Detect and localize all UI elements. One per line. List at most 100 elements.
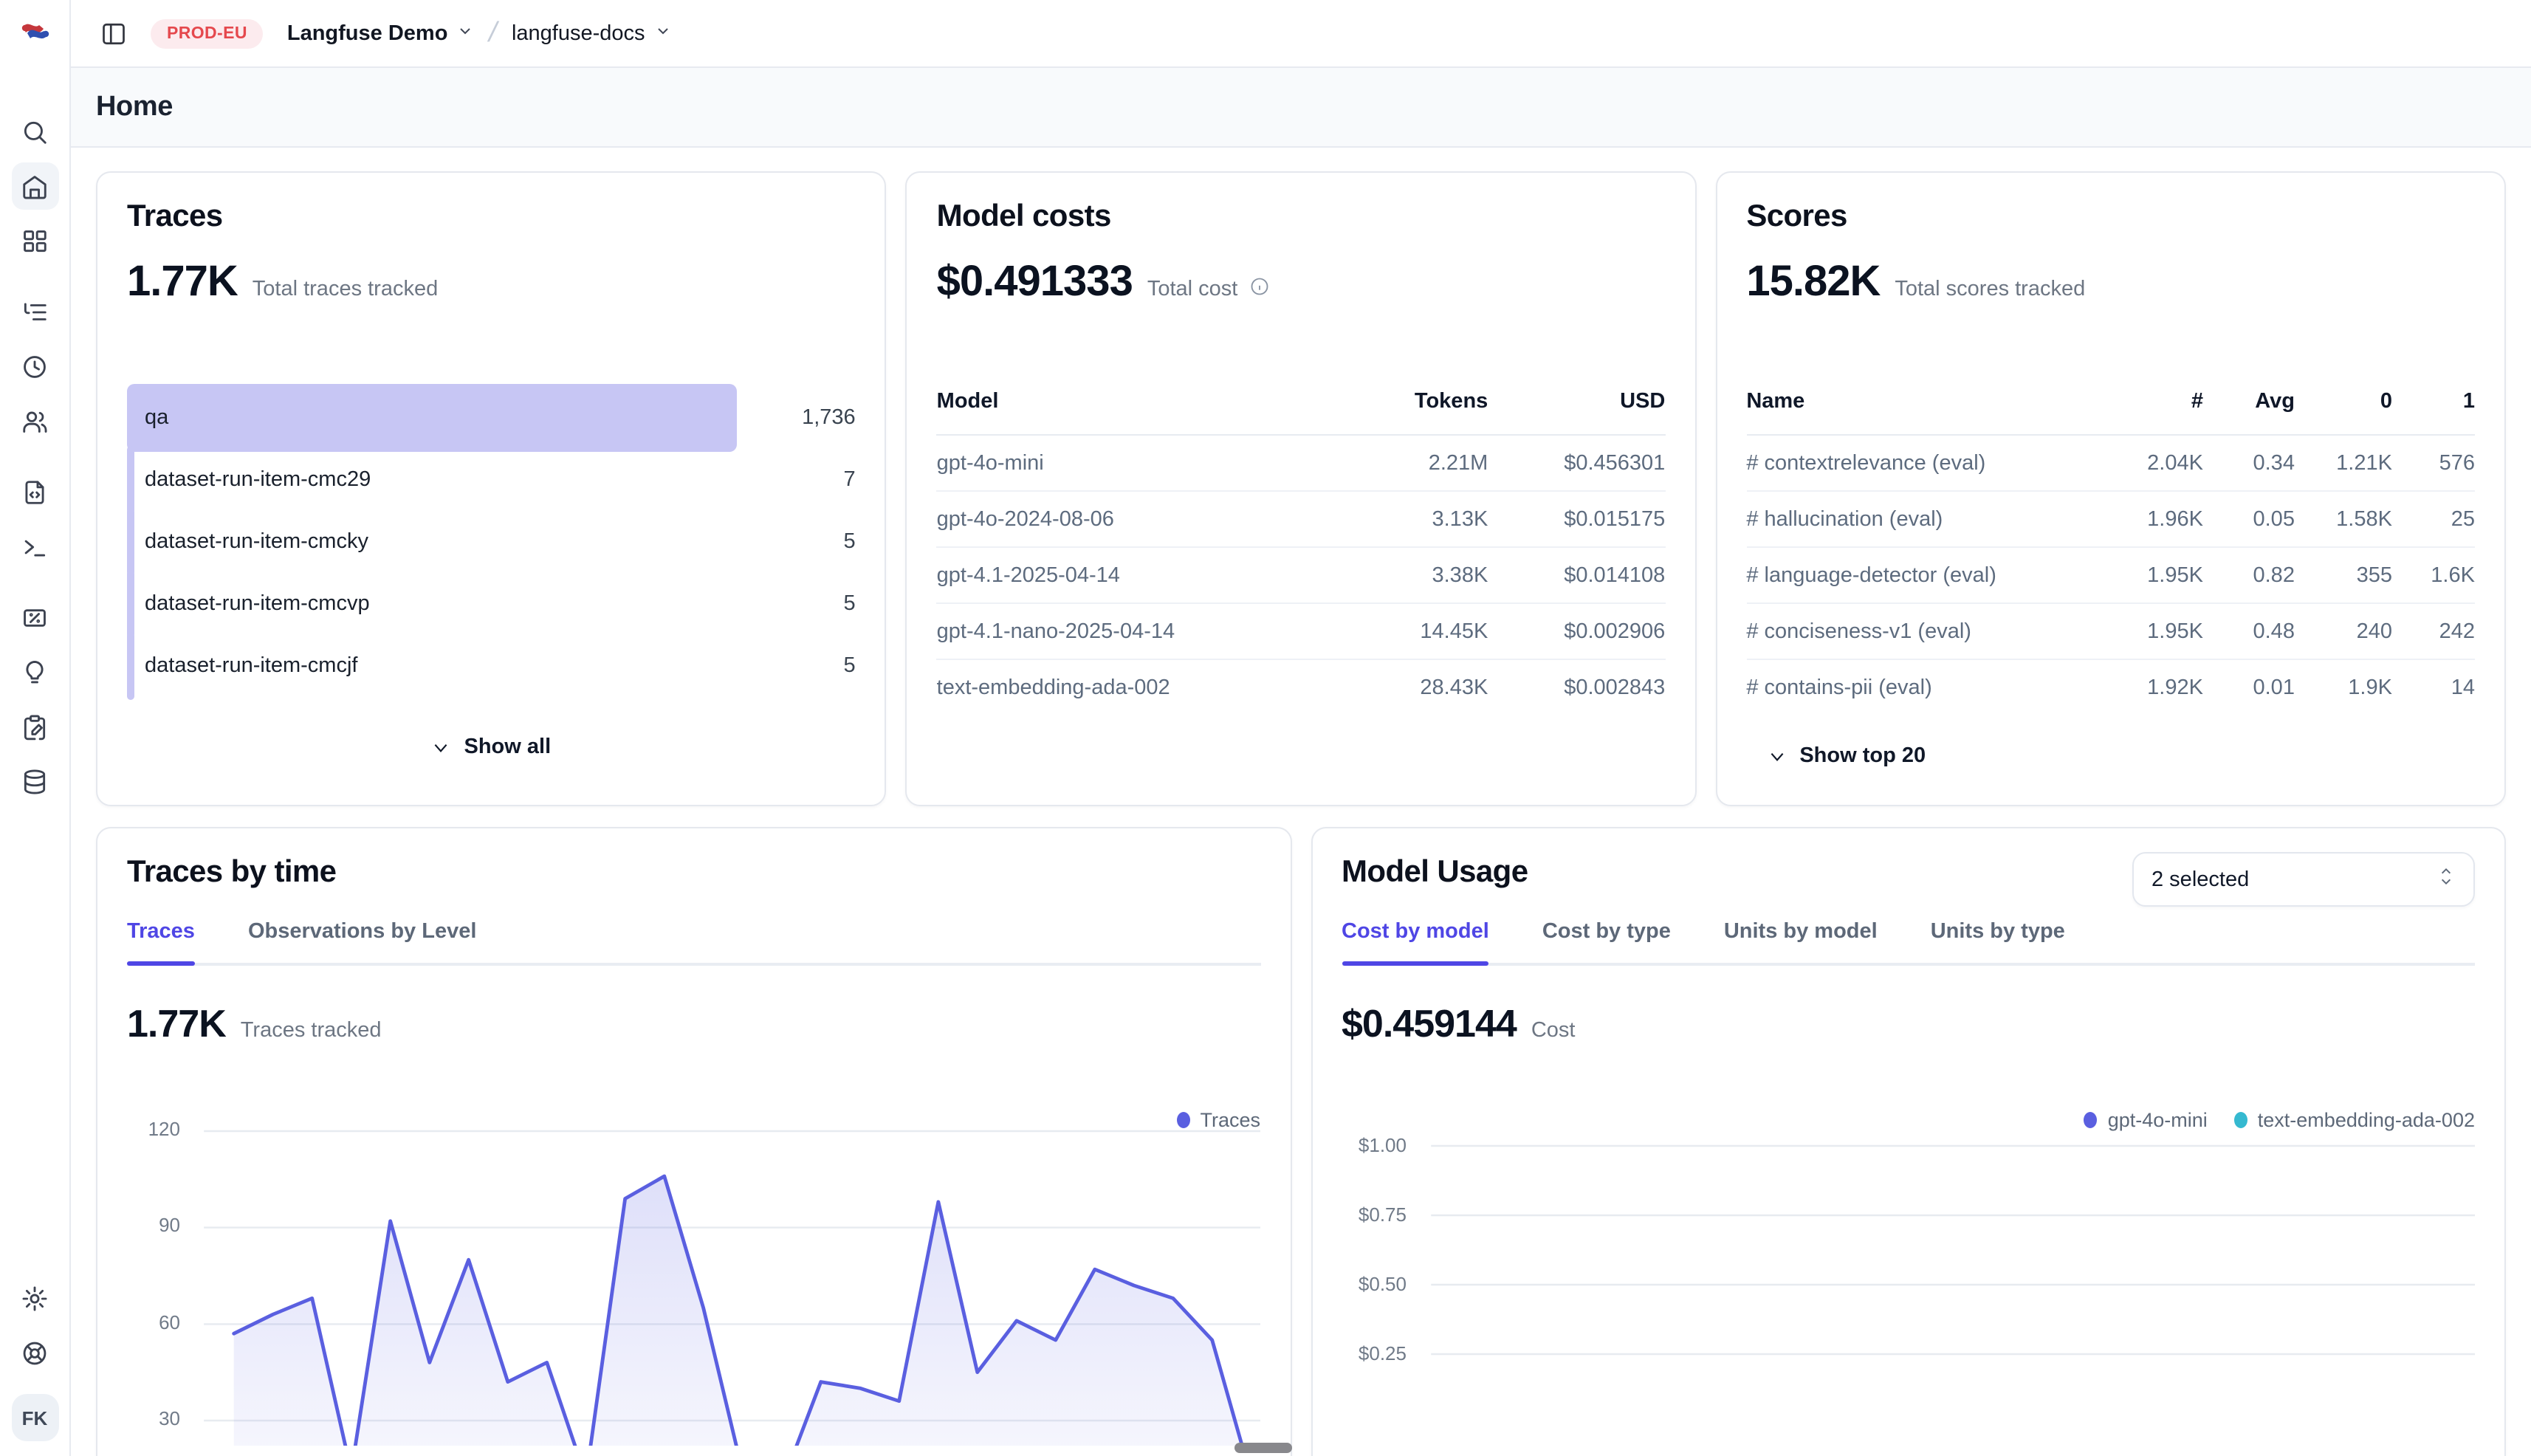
trace-name: dataset-run-item-cmcjf bbox=[145, 654, 357, 678]
sidebar-item-home[interactable] bbox=[11, 162, 58, 210]
environment-badge: PROD-EU bbox=[151, 18, 264, 48]
tab-units-by-model[interactable]: Units by model bbox=[1724, 920, 1878, 963]
chart-area-fill bbox=[234, 1176, 1251, 1446]
show-all-label: Show all bbox=[464, 735, 552, 759]
scores-table: Name # Avg 0 1 # contextrelevance (eval)… bbox=[1746, 381, 2475, 715]
usage-cost-label: Cost bbox=[1531, 1019, 1576, 1043]
trace-bar bbox=[127, 632, 134, 700]
cell-count: 1.96K bbox=[2106, 507, 2203, 531]
sidebar-item-settings[interactable] bbox=[11, 1274, 58, 1322]
trace-bar bbox=[127, 570, 134, 638]
cell-usd: $0.014108 bbox=[1488, 563, 1665, 587]
sidebar-item-datasets[interactable] bbox=[11, 758, 58, 805]
table-row[interactable]: text-embedding-ada-002 28.43K $0.002843 bbox=[937, 660, 1666, 715]
y-tick: $0.75 bbox=[1342, 1203, 1407, 1226]
scores-total: 15.82K bbox=[1746, 258, 1880, 307]
show-top-20-button[interactable]: Show top 20 bbox=[1767, 744, 2475, 768]
trace-bar-row[interactable]: dataset-run-item-cmcjf 5 bbox=[127, 635, 856, 697]
org-switcher[interactable]: Langfuse Demo bbox=[287, 21, 475, 45]
cell-tokens: 28.43K bbox=[1340, 676, 1488, 699]
trace-bar-row[interactable]: qa 1,736 bbox=[127, 387, 856, 449]
table-row[interactable]: gpt-4o-mini 2.21M $0.456301 bbox=[937, 436, 1666, 492]
col-model: Model bbox=[937, 390, 1341, 413]
project-switcher[interactable]: langfuse-docs bbox=[512, 21, 672, 45]
cell-tokens: 2.21M bbox=[1340, 451, 1488, 475]
sidebar-bottom: FK bbox=[11, 1267, 58, 1456]
sidebar-item-playground[interactable] bbox=[11, 523, 58, 570]
cell-avg: 0.01 bbox=[2203, 676, 2295, 699]
table-row[interactable]: # language-detector (eval) 1.95K 0.82 35… bbox=[1746, 548, 2475, 604]
cell-name: # conciseness-v1 (eval) bbox=[1746, 619, 2106, 643]
cell-zero: 1.58K bbox=[2295, 507, 2392, 531]
cell-count: 2.04K bbox=[2106, 451, 2203, 475]
trace-name: qa bbox=[145, 406, 168, 430]
sidebar-item-sessions[interactable] bbox=[11, 343, 58, 390]
trace-count: 5 bbox=[749, 530, 856, 554]
horizontal-scrollbar-thumb[interactable] bbox=[1234, 1443, 1292, 1453]
y-tick: 90 bbox=[127, 1214, 180, 1236]
sidebar-toggle-button[interactable] bbox=[95, 14, 133, 52]
chevron-down-icon bbox=[654, 21, 672, 45]
sidebar-item-prompts[interactable] bbox=[11, 468, 58, 515]
table-row[interactable]: gpt-4.1-nano-2025-04-14 14.45K $0.002906 bbox=[937, 604, 1666, 660]
tab-cost-by-type[interactable]: Cost by type bbox=[1542, 920, 1671, 963]
col-avg: Avg bbox=[2203, 390, 2295, 413]
tab-traces[interactable]: Traces bbox=[127, 920, 195, 963]
table-row[interactable]: # conciseness-v1 (eval) 1.95K 0.48 240 2… bbox=[1746, 604, 2475, 660]
col-name: Name bbox=[1746, 390, 2106, 413]
table-header: Name # Avg 0 1 bbox=[1746, 381, 2475, 436]
trace-bar-row[interactable]: dataset-run-item-cmcvp 5 bbox=[127, 573, 856, 635]
cell-avg: 0.48 bbox=[2203, 619, 2295, 643]
area-chart-svg bbox=[195, 1106, 1260, 1446]
info-icon[interactable] bbox=[1249, 276, 1270, 304]
sidebar-item-search[interactable] bbox=[11, 108, 58, 155]
cell-usd: $0.456301 bbox=[1488, 451, 1665, 475]
sidebar-item-llm-judge[interactable] bbox=[11, 648, 58, 696]
project-name: langfuse-docs bbox=[512, 21, 645, 45]
cell-one: 242 bbox=[2392, 619, 2475, 643]
sidebar-item-annotation[interactable] bbox=[11, 703, 58, 750]
list-tree-icon bbox=[21, 298, 49, 326]
cell-usd: $0.002906 bbox=[1488, 619, 1665, 643]
table-row[interactable]: # contextrelevance (eval) 2.04K 0.34 1.2… bbox=[1746, 436, 2475, 492]
table-row[interactable]: gpt-4o-2024-08-06 3.13K $0.015175 bbox=[937, 492, 1666, 548]
tab-units-by-type[interactable]: Units by type bbox=[1931, 920, 2065, 963]
card-title: Model costs bbox=[937, 199, 1666, 235]
table-row[interactable]: # contains-pii (eval) 1.92K 0.01 1.9K 14 bbox=[1746, 660, 2475, 715]
show-all-button[interactable]: Show all bbox=[127, 735, 856, 759]
sidebar-item-support[interactable] bbox=[11, 1329, 58, 1376]
chevrons-up-down-icon bbox=[2436, 865, 2456, 893]
tab-cost-by-model[interactable]: Cost by model bbox=[1342, 920, 1489, 963]
trace-count: 5 bbox=[749, 592, 856, 616]
trace-bar-row[interactable]: dataset-run-item-cmc29 7 bbox=[127, 449, 856, 511]
search-icon bbox=[21, 117, 49, 145]
model-select-dropdown[interactable]: 2 selected bbox=[2132, 852, 2475, 907]
clipboard-pen-icon bbox=[21, 712, 49, 741]
breadcrumb-separator: / bbox=[486, 17, 501, 49]
sidebar-item-dashboards[interactable] bbox=[11, 217, 58, 264]
panel-left-icon bbox=[100, 20, 127, 47]
traces-card: Traces 1.77K Total traces tracked qa 1,7… bbox=[96, 171, 887, 806]
user-avatar[interactable]: FK bbox=[11, 1394, 58, 1441]
model-usage-card: Model Usage 2 selected Cost by model Cos… bbox=[1311, 827, 2506, 1456]
sidebar-item-users[interactable] bbox=[11, 397, 58, 444]
sidebar-item-evaluation[interactable] bbox=[11, 594, 58, 641]
cell-zero: 1.9K bbox=[2295, 676, 2392, 699]
tab-observations-by-level[interactable]: Observations by Level bbox=[248, 920, 476, 963]
card-title: Scores bbox=[1746, 199, 2475, 235]
chevron-down-icon bbox=[1767, 746, 1786, 766]
cell-avg: 0.05 bbox=[2203, 507, 2295, 531]
table-row[interactable]: # hallucination (eval) 1.96K 0.05 1.58K … bbox=[1746, 492, 2475, 548]
page-title: Home bbox=[96, 91, 173, 123]
cell-one: 576 bbox=[2392, 451, 2475, 475]
trace-bar-row[interactable]: dataset-run-item-cmcky 5 bbox=[127, 511, 856, 573]
cell-usd: $0.015175 bbox=[1488, 507, 1665, 531]
col-tokens: Tokens bbox=[1340, 390, 1488, 413]
cell-name: # contains-pii (eval) bbox=[1746, 676, 2106, 699]
table-row[interactable]: gpt-4.1-2025-04-14 3.38K $0.014108 bbox=[937, 548, 1666, 604]
table-header: Model Tokens USD bbox=[937, 381, 1666, 436]
line-chart-svg bbox=[1421, 1106, 2475, 1446]
y-tick: $1.00 bbox=[1342, 1134, 1407, 1156]
cell-one: 14 bbox=[2392, 676, 2475, 699]
sidebar-item-tracing[interactable] bbox=[11, 288, 58, 335]
